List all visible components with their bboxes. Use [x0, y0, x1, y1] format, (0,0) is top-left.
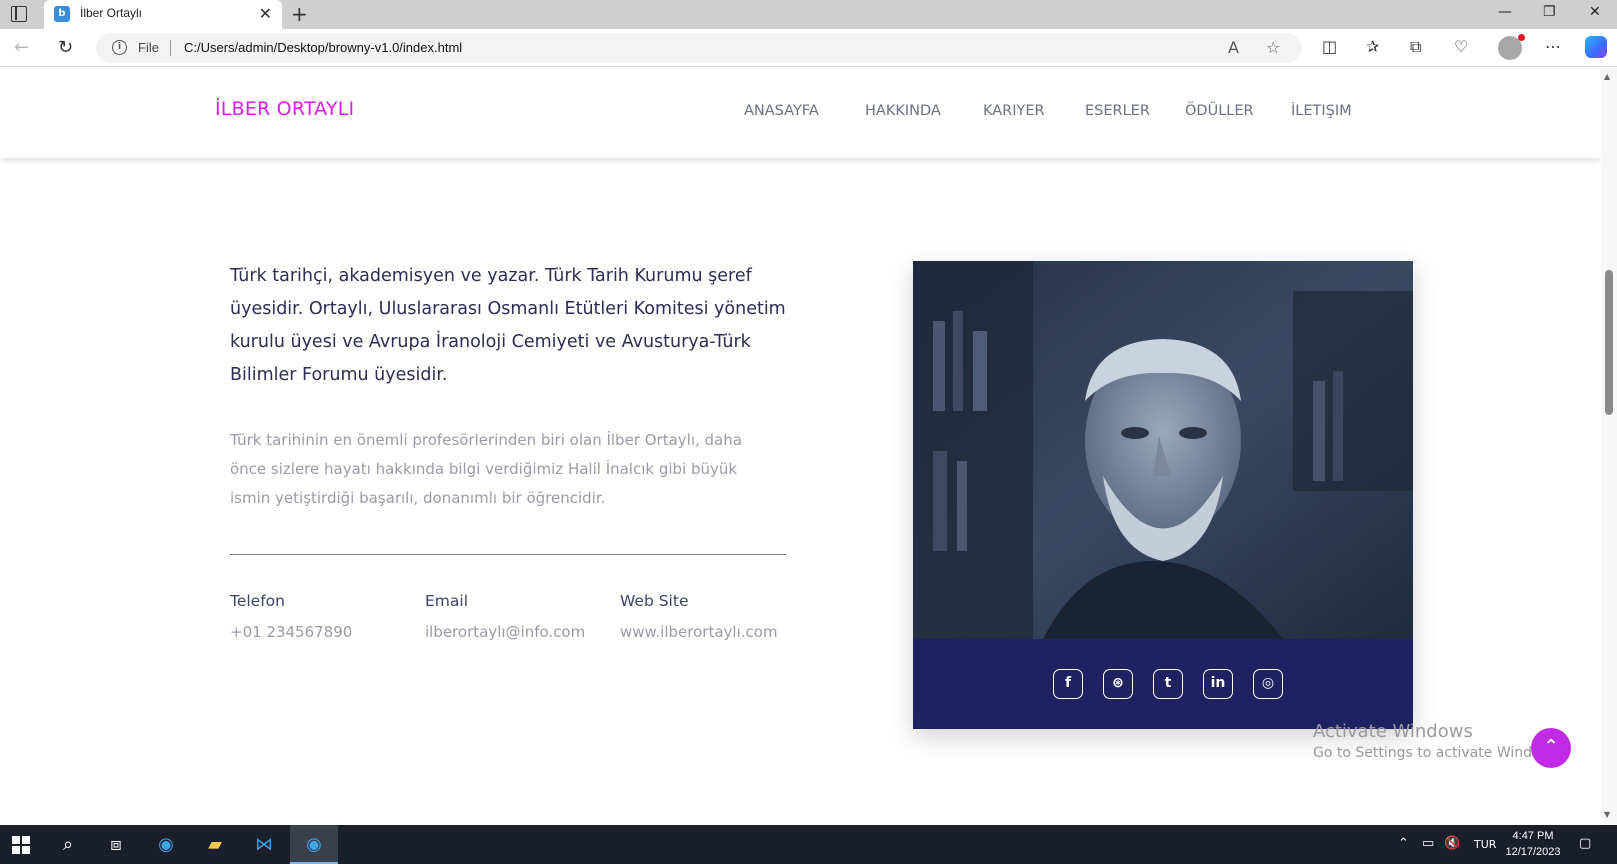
- page-viewport: İLBER ORTAYLI ANASAYFA HAKKINDA KARIYER …: [0, 68, 1601, 825]
- scrollbar-thumb[interactable]: [1605, 270, 1613, 415]
- facebook-icon[interactable]: f: [1053, 669, 1083, 699]
- new-tab-icon[interactable]: +: [291, 2, 308, 26]
- watermark-subtitle: Go to Settings to activate Windows.: [1313, 745, 1564, 761]
- contact-label: Telefon: [230, 592, 285, 610]
- nav-link-oduller[interactable]: ÖDÜLLER: [1185, 103, 1254, 119]
- activate-windows-watermark: Activate Windows Go to Settings to activ…: [1313, 721, 1564, 761]
- restore-icon[interactable]: ❐: [1543, 4, 1556, 20]
- windows-start-icon[interactable]: [12, 836, 30, 854]
- contact-value: +01 234567890: [230, 623, 353, 641]
- url-text[interactable]: C:/Users/admin/Desktop/browny-v1.0/index…: [184, 40, 462, 55]
- contact-value[interactable]: www.ilberortaylı.com: [620, 623, 778, 641]
- volume-muted-icon[interactable]: 🔇: [1444, 836, 1460, 851]
- file-label: File: [138, 40, 159, 55]
- profile-avatar[interactable]: [1498, 34, 1525, 60]
- search-icon[interactable]: ⌕: [56, 833, 80, 857]
- refresh-icon[interactable]: ↻: [58, 37, 73, 58]
- twitter-icon[interactable]: t: [1153, 669, 1183, 699]
- browser-tab[interactable]: b İlber Ortaylı ✕: [44, 0, 282, 29]
- scroll-down-arrow-icon[interactable]: ▼: [1604, 810, 1610, 819]
- address-separator: [170, 40, 171, 56]
- linkedin-icon[interactable]: in: [1203, 669, 1233, 699]
- info-icon[interactable]: i: [112, 40, 127, 55]
- about-lead-text: Türk tarihçi, akademisyen ve yazar. Türk…: [230, 266, 786, 385]
- tab-title: İlber Ortaylı: [80, 6, 143, 20]
- network-icon[interactable]: ▭: [1422, 836, 1434, 851]
- site-logo[interactable]: İLBER ORTAYLI: [215, 98, 354, 120]
- browser-tab-bar: b İlber Ortaylı ✕ + — ❐ ✕: [0, 0, 1617, 29]
- scroll-to-top-button[interactable]: ⌃: [1531, 728, 1571, 768]
- browser-toolbar: ← ↻ i File C:/Users/admin/Desktop/browny…: [0, 29, 1617, 67]
- back-icon[interactable]: ←: [14, 37, 29, 58]
- address-bar[interactable]: i File C:/Users/admin/Desktop/browny-v1.…: [96, 33, 1302, 63]
- notifications-icon[interactable]: ▢: [1579, 836, 1591, 851]
- dribbble-icon[interactable]: ⊛: [1103, 669, 1133, 699]
- split-screen-icon[interactable]: ◫: [1322, 37, 1337, 56]
- clock-time: 4:47 PM: [1512, 830, 1554, 842]
- collections-icon[interactable]: ⧉: [1410, 37, 1421, 57]
- profile-card: f ⊛ t in ◎: [913, 261, 1413, 729]
- about-description: Türk tarihinin en önemli profesörlerinde…: [230, 431, 742, 507]
- nav-link-eserler[interactable]: ESERLER: [1085, 103, 1150, 119]
- portrait-photo: [913, 261, 1413, 639]
- favorite-star-icon[interactable]: ☆: [1266, 38, 1280, 57]
- page-scrollbar[interactable]: ▲ ▼: [1601, 68, 1617, 825]
- site-favicon-icon: b: [54, 6, 70, 22]
- read-aloud-icon[interactable]: A: [1228, 38, 1239, 57]
- contact-website: Web Site www.ilberortaylı.com: [620, 592, 778, 641]
- contact-phone: Telefon +01 234567890: [230, 592, 352, 641]
- social-links-bar: f ⊛ t in ◎: [913, 639, 1413, 729]
- edge-app-icon: ◉: [306, 834, 322, 855]
- minimize-icon[interactable]: —: [1498, 4, 1512, 20]
- more-options-icon[interactable]: ⋯: [1545, 37, 1561, 56]
- favorites-icon[interactable]: ✰: [1366, 37, 1379, 56]
- close-window-icon[interactable]: ✕: [1589, 4, 1601, 20]
- watermark-title: Activate Windows: [1313, 721, 1473, 742]
- close-tab-icon[interactable]: ✕: [259, 4, 272, 23]
- edge-app-icon[interactable]: ◉: [154, 833, 178, 857]
- task-view-icon[interactable]: ⧈: [104, 833, 128, 857]
- active-edge-app[interactable]: ◉: [290, 825, 338, 864]
- language-indicator[interactable]: TUR: [1474, 838, 1496, 851]
- contact-label: Email: [425, 592, 469, 610]
- nav-link-hakkinda[interactable]: HAKKINDA: [865, 103, 941, 119]
- tray-overflow-icon[interactable]: ⌃: [1398, 836, 1409, 851]
- contact-value[interactable]: ilberortaylı@info.com: [425, 623, 585, 641]
- taskbar-clock[interactable]: 4:47 PM 12/17/2023: [1498, 828, 1568, 860]
- nav-link-anasayfa[interactable]: ANASAYFA: [744, 103, 819, 119]
- portrait-illustration: [913, 261, 1413, 639]
- copilot-icon[interactable]: [1585, 36, 1607, 58]
- tab-actions-icon[interactable]: [11, 6, 27, 22]
- vscode-icon[interactable]: ⋈: [252, 833, 276, 857]
- nav-link-iletisim[interactable]: İLETIŞIM: [1291, 103, 1352, 119]
- nav-link-kariyer[interactable]: KARIYER: [983, 103, 1045, 119]
- contact-email: Email ilberortaylı@info.com: [425, 592, 585, 641]
- windows-taskbar: ⌕ ⧈ ◉ ▰ ⋈ ◉ ⌃ ▭ 🔇 TUR 4:47 PM 12/17/2023…: [0, 825, 1617, 864]
- divider: [230, 554, 786, 555]
- browser-essentials-icon[interactable]: ♡: [1454, 37, 1468, 56]
- site-header: İLBER ORTAYLI ANASAYFA HAKKINDA KARIYER …: [0, 68, 1601, 158]
- clock-date: 12/17/2023: [1505, 846, 1561, 858]
- instagram-icon[interactable]: ◎: [1253, 669, 1283, 699]
- file-explorer-icon[interactable]: ▰: [203, 833, 227, 857]
- contact-label: Web Site: [620, 592, 689, 610]
- scroll-up-arrow-icon[interactable]: ▲: [1604, 72, 1610, 81]
